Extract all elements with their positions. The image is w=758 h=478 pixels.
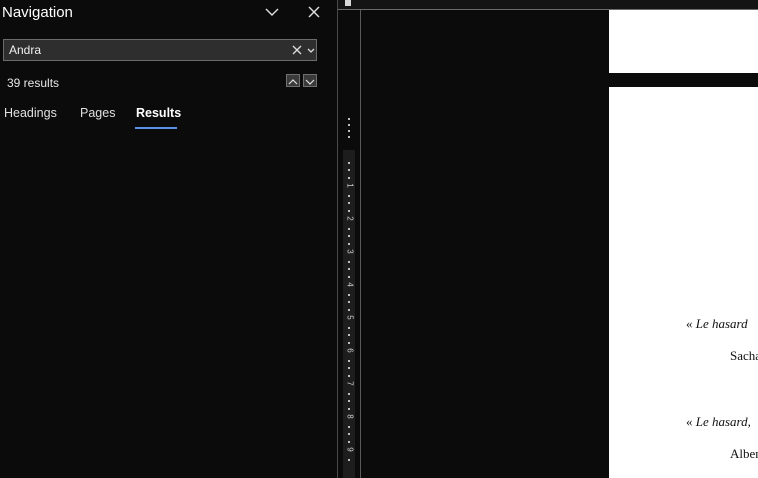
navigation-pane: Navigation 39 results bbox=[0, 0, 331, 478]
clear-search-button[interactable] bbox=[291, 43, 305, 57]
ruler-tick bbox=[348, 441, 350, 443]
ruler-tick bbox=[348, 228, 350, 230]
previous-result-button[interactable] bbox=[286, 74, 300, 87]
ruler-tick bbox=[348, 261, 350, 263]
ruler-tick bbox=[348, 202, 350, 204]
ruler-tick bbox=[348, 342, 350, 344]
ruler-tick bbox=[348, 393, 350, 395]
ruler-tick bbox=[348, 169, 350, 171]
tab-headings[interactable]: Headings bbox=[4, 106, 57, 120]
ruler-tick bbox=[348, 426, 350, 428]
ruler-tick bbox=[348, 243, 350, 245]
quote-author-1: Sacha bbox=[730, 348, 758, 363]
tab-selector[interactable] bbox=[345, 0, 351, 6]
ruler-tick bbox=[348, 408, 350, 410]
search-box bbox=[3, 39, 317, 61]
close-pane-button[interactable] bbox=[304, 3, 324, 21]
search-input[interactable] bbox=[4, 40, 284, 60]
ruler-tick bbox=[348, 400, 350, 402]
ruler-tick bbox=[348, 136, 350, 138]
quote-mark: « bbox=[686, 316, 693, 331]
arrow-up-icon bbox=[288, 79, 298, 85]
ruler-tick bbox=[348, 118, 350, 120]
quote-author-2: Alber bbox=[730, 446, 758, 461]
ruler-number: 6 bbox=[345, 348, 355, 353]
ruler-tick bbox=[348, 334, 350, 336]
quote-line-1: « Le hasard bbox=[686, 316, 748, 332]
quote-line-2: « Le hasard, bbox=[686, 414, 751, 430]
ruler-tick bbox=[348, 210, 350, 212]
ruler-number: 8 bbox=[345, 414, 355, 419]
ruler-tick bbox=[348, 124, 350, 126]
ruler-number: 5 bbox=[345, 315, 355, 320]
ruler-tick bbox=[348, 375, 350, 377]
clear-icon bbox=[292, 45, 302, 55]
ruler-tick bbox=[348, 276, 350, 278]
ruler-tick bbox=[348, 360, 350, 362]
pane-options-button[interactable] bbox=[262, 3, 282, 21]
ruler-number: 9 bbox=[345, 447, 355, 452]
ruler-tick bbox=[348, 301, 350, 303]
ruler-number: 1 bbox=[345, 183, 355, 188]
ruler-tick bbox=[348, 235, 350, 237]
ruler-tick bbox=[348, 459, 350, 461]
search-options-button[interactable] bbox=[307, 43, 317, 57]
active-tab-indicator bbox=[135, 127, 177, 129]
quote-text: Le hasard bbox=[695, 316, 748, 331]
ruler-number: 7 bbox=[345, 381, 355, 386]
ruler-number: 2 bbox=[345, 216, 355, 221]
tab-pages[interactable]: Pages bbox=[80, 106, 115, 120]
close-icon bbox=[308, 6, 320, 18]
ruler-number: 4 bbox=[345, 282, 355, 287]
arrow-down-icon bbox=[305, 79, 315, 85]
result-count: 39 results bbox=[7, 76, 60, 90]
pane-title: Navigation bbox=[2, 4, 73, 21]
chevron-down-icon bbox=[265, 8, 279, 16]
horizontal-ruler[interactable] bbox=[338, 0, 758, 10]
quote-mark: « bbox=[686, 414, 693, 429]
ruler-tick bbox=[348, 309, 350, 311]
ruler-tick bbox=[348, 327, 350, 329]
next-result-button[interactable] bbox=[303, 74, 317, 87]
ruler-number: 3 bbox=[345, 249, 355, 254]
ruler-tick bbox=[348, 367, 350, 369]
document-page[interactable]: « Le hasard Sacha « Le hasard, Alber bbox=[609, 87, 758, 478]
ruler-tick bbox=[348, 294, 350, 296]
ruler-tick bbox=[348, 268, 350, 270]
quote-text: Le hasard, bbox=[695, 414, 751, 429]
document-page-previous[interactable] bbox=[609, 10, 758, 73]
ruler-tick bbox=[348, 130, 350, 132]
ruler-tick bbox=[348, 195, 350, 197]
caret-down-icon bbox=[307, 48, 315, 53]
ruler-tick bbox=[348, 162, 350, 164]
ruler-tick bbox=[348, 433, 350, 435]
tab-results[interactable]: Results bbox=[136, 106, 181, 120]
ruler-tick bbox=[348, 177, 350, 179]
